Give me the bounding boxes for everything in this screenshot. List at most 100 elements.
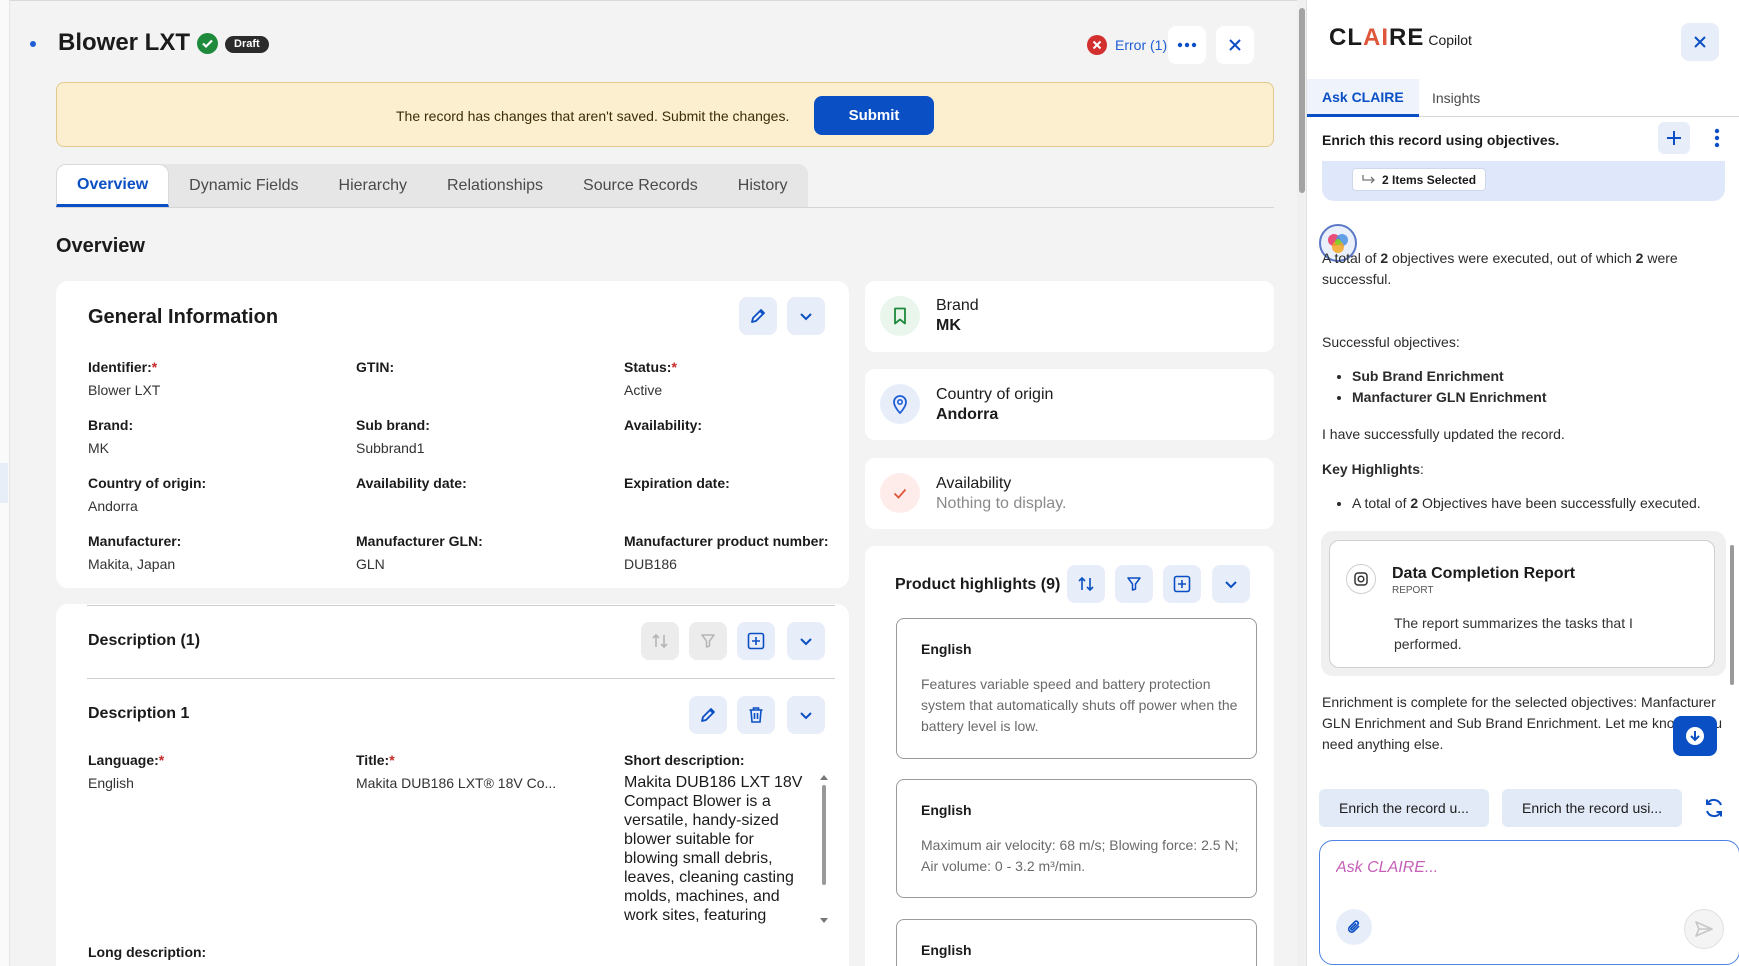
suggestion-chip[interactable]: Enrich the record u... bbox=[1319, 789, 1489, 827]
info-field: GTIN: bbox=[356, 359, 394, 382]
required-marker: * bbox=[158, 752, 165, 768]
field-label: Status: bbox=[624, 359, 672, 375]
copilot-menu-button[interactable] bbox=[1701, 122, 1733, 154]
field-label: Brand: bbox=[88, 417, 134, 433]
arrow-down-circle-icon bbox=[1686, 727, 1704, 745]
collapse-highlights-button[interactable] bbox=[1212, 565, 1250, 603]
close-icon bbox=[1694, 36, 1706, 48]
field-value: Makita, Japan bbox=[88, 556, 176, 572]
tab-ask-claire[interactable]: Ask CLAIRE bbox=[1307, 79, 1419, 117]
short-description-field: Short description: bbox=[624, 752, 745, 775]
new-chat-button[interactable] bbox=[1658, 122, 1690, 154]
field-value: Active bbox=[624, 382, 663, 398]
field-label: Expiration date: bbox=[624, 475, 730, 491]
plus-icon bbox=[1667, 131, 1681, 145]
delete-description-button[interactable] bbox=[737, 696, 775, 734]
banner-message: The record has changes that aren't saved… bbox=[396, 108, 790, 124]
suggestion-chip[interactable]: Enrich the record usi... bbox=[1502, 789, 1683, 827]
field-value: Andorra bbox=[88, 498, 138, 514]
field-value: Makita DUB186 LXT® 18V Co... bbox=[356, 775, 557, 791]
sort-icon bbox=[1078, 576, 1094, 592]
highlight-item[interactable]: English Maximum air velocity: 68 m/s; Bl… bbox=[896, 779, 1257, 898]
summary-value: Andorra bbox=[936, 406, 999, 423]
edit-description-button[interactable] bbox=[689, 696, 727, 734]
check-icon bbox=[880, 473, 920, 513]
info-field: Brand: MK bbox=[88, 417, 133, 456]
collapse-general-info-button[interactable] bbox=[787, 297, 825, 335]
submit-button[interactable]: Submit bbox=[814, 96, 934, 135]
ask-claire-input[interactable] bbox=[1336, 859, 1716, 877]
bookmark-icon bbox=[880, 296, 920, 336]
more-vertical-icon bbox=[1714, 128, 1720, 148]
send-icon bbox=[1695, 921, 1713, 937]
objectives-list: Sub Brand Enrichment Manfacturer GLN Enr… bbox=[1322, 366, 1546, 408]
field-label: Manufacturer: bbox=[88, 533, 182, 549]
tab-history[interactable]: History bbox=[718, 164, 808, 207]
report-attachment: Data Completion Report REPORT The report… bbox=[1321, 531, 1726, 676]
description-item-title: Description 1 bbox=[88, 705, 190, 722]
tab-relationships[interactable]: Relationships bbox=[427, 164, 563, 207]
close-copilot-button[interactable] bbox=[1681, 23, 1719, 61]
copilot-label: Copilot bbox=[1428, 32, 1472, 48]
objective-item: Sub Brand Enrichment bbox=[1352, 366, 1546, 387]
send-message-button[interactable] bbox=[1684, 909, 1724, 949]
collapse-description-button[interactable] bbox=[787, 622, 825, 660]
page-title: Blower LXT bbox=[58, 29, 191, 56]
add-box-icon bbox=[747, 632, 765, 650]
key-highlights-list: A total of 2 Objectives have been succes… bbox=[1322, 493, 1701, 514]
close-record-button[interactable] bbox=[1216, 26, 1254, 64]
availability-summary-card: Availability Nothing to display. bbox=[865, 458, 1274, 529]
summary-value: MK bbox=[936, 317, 961, 334]
tab-source-records[interactable]: Source Records bbox=[563, 164, 718, 207]
info-field: Sub brand: Subbrand1 bbox=[356, 417, 430, 456]
updated-message: I have successfully updated the record. bbox=[1322, 426, 1565, 442]
tab-dynamic-fields[interactable]: Dynamic Fields bbox=[169, 164, 318, 207]
attach-file-button[interactable] bbox=[1336, 909, 1372, 945]
edit-general-info-button[interactable] bbox=[739, 297, 777, 335]
record-page: Blower LXT Draft Error (1) The record ha… bbox=[10, 0, 1297, 966]
copilot-scrollbar[interactable] bbox=[1730, 545, 1734, 685]
info-field: Manufacturer GLN: GLN bbox=[356, 533, 483, 572]
tab-hierarchy[interactable]: Hierarchy bbox=[319, 164, 427, 207]
language-field: Language:* English bbox=[88, 752, 164, 791]
highlight-item[interactable]: English bbox=[896, 919, 1257, 966]
filter-highlights-button[interactable] bbox=[1115, 565, 1153, 603]
page-scrollbar-thumb[interactable] bbox=[1299, 8, 1305, 193]
info-field: Country of origin: Andorra bbox=[88, 475, 206, 514]
short-description-scrollbar[interactable] bbox=[819, 773, 829, 925]
tab-insights[interactable]: Insights bbox=[1417, 79, 1495, 117]
summary-value: Nothing to display. bbox=[936, 495, 1067, 512]
field-value: Blower LXT bbox=[88, 382, 161, 398]
error-indicator[interactable]: Error (1) bbox=[1087, 35, 1167, 55]
left-nav-edge bbox=[0, 0, 10, 966]
chevron-down-icon bbox=[1225, 580, 1237, 588]
tab-overview[interactable]: Overview bbox=[56, 164, 170, 207]
description-title: Description (1) bbox=[88, 632, 201, 649]
divider bbox=[87, 605, 835, 606]
info-field: Manufacturer: Makita, Japan bbox=[88, 533, 181, 572]
objectives-summary: A total of 2 objectives were executed, o… bbox=[1322, 250, 1678, 287]
sort-description-button[interactable] bbox=[641, 622, 679, 660]
collapse-description-item-button[interactable] bbox=[787, 696, 825, 734]
data-completion-report-card[interactable]: Data Completion Report REPORT The report… bbox=[1329, 540, 1715, 668]
refresh-suggestions-button[interactable] bbox=[1695, 789, 1733, 827]
more-options-button[interactable] bbox=[1168, 26, 1206, 64]
items-selected-chip[interactable]: 2 Items Selected bbox=[1352, 168, 1487, 191]
add-description-button[interactable] bbox=[737, 622, 775, 660]
error-icon bbox=[1087, 35, 1107, 55]
field-value: GLN bbox=[356, 556, 385, 572]
field-value: English bbox=[88, 775, 134, 791]
field-label: GTIN: bbox=[356, 359, 395, 375]
error-label[interactable]: Error (1) bbox=[1115, 37, 1167, 53]
add-box-icon bbox=[1173, 575, 1191, 593]
filter-description-button[interactable] bbox=[689, 622, 727, 660]
reply-arrow-icon bbox=[1362, 175, 1375, 184]
record-tabs: Overview Dynamic Fields Hierarchy Relati… bbox=[56, 164, 808, 207]
highlight-item[interactable]: English Features variable speed and batt… bbox=[896, 618, 1257, 759]
verified-check-icon bbox=[197, 33, 218, 54]
add-highlight-button[interactable] bbox=[1163, 565, 1201, 603]
highlight-language: English bbox=[921, 802, 972, 818]
left-nav-marker bbox=[0, 463, 8, 503]
scroll-to-bottom-button[interactable] bbox=[1673, 716, 1717, 756]
sort-highlights-button[interactable] bbox=[1067, 565, 1105, 603]
